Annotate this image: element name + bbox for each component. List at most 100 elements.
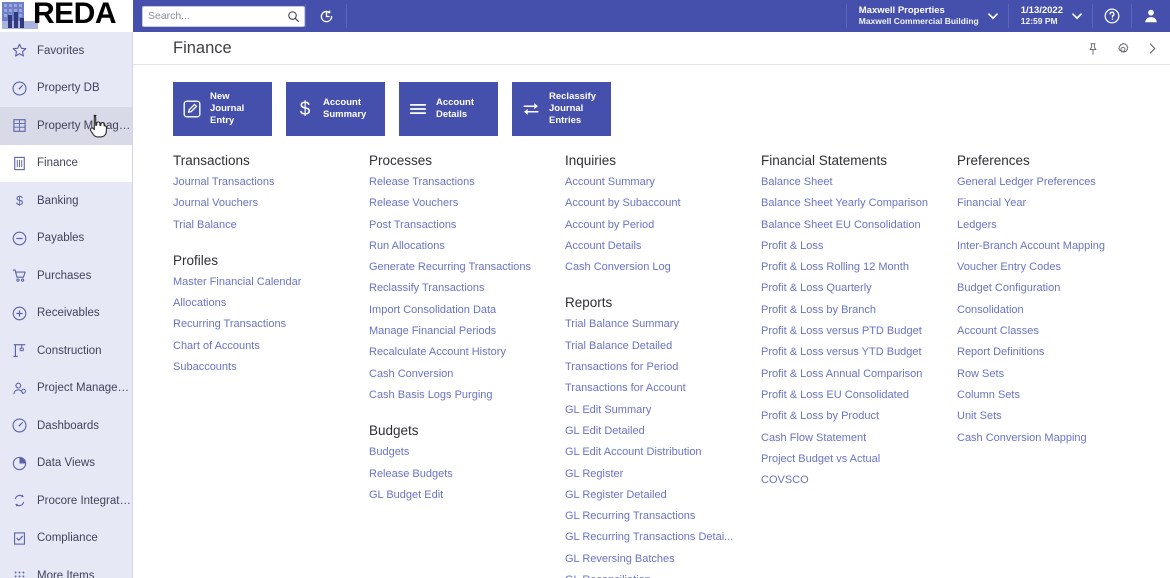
nav-link[interactable]: GL Edit Account Distribution — [565, 442, 755, 463]
sidebar-item-property-managem[interactable]: Property Managem... — [0, 107, 132, 145]
search-icon[interactable] — [287, 10, 300, 23]
nav-link[interactable]: Cash Conversion — [369, 364, 559, 385]
search-box[interactable] — [142, 5, 305, 27]
nav-link[interactable]: Reclassify Transactions — [369, 278, 559, 299]
sidebar-item-payables[interactable]: Payables — [0, 220, 132, 258]
nav-link[interactable]: Financial Year — [957, 193, 1147, 214]
nav-link[interactable]: Cash Basis Logs Purging — [369, 385, 559, 406]
nav-link[interactable]: Profit & Loss by Branch — [761, 300, 951, 321]
nav-link[interactable]: Budget Configuration — [957, 278, 1147, 299]
nav-link[interactable]: General Ledger Preferences — [957, 172, 1147, 193]
nav-link[interactable]: Transactions for Account — [565, 378, 755, 399]
datetime-selector[interactable]: 1/13/2022 12:59 PM — [1009, 0, 1092, 32]
nav-link[interactable]: Row Sets — [957, 364, 1147, 385]
nav-link[interactable]: Account Details — [565, 236, 755, 257]
nav-link[interactable]: Journal Transactions — [173, 172, 363, 193]
nav-link[interactable]: Release Vouchers — [369, 193, 559, 214]
nav-link[interactable]: Profit & Loss by Product — [761, 406, 951, 427]
nav-link[interactable]: Import Consolidation Data — [369, 300, 559, 321]
nav-link[interactable]: Voucher Entry Codes — [957, 257, 1147, 278]
nav-link[interactable]: Master Financial Calendar — [173, 272, 363, 293]
sidebar-item-banking[interactable]: $ Banking — [0, 182, 132, 220]
nav-link[interactable]: COVSCO — [761, 470, 951, 491]
nav-link[interactable]: Manage Financial Periods — [369, 321, 559, 342]
nav-link[interactable]: GL Register Detailed — [565, 485, 755, 506]
sidebar-item-finance[interactable]: Finance — [0, 144, 132, 182]
sidebar-item-construction[interactable]: Construction — [0, 332, 132, 370]
nav-link[interactable]: Balance Sheet Yearly Comparison — [761, 193, 951, 214]
nav-link[interactable]: Cash Conversion Log — [565, 257, 755, 278]
nav-link[interactable]: Profit & Loss — [761, 236, 951, 257]
sidebar-item-project-management[interactable]: Project Management — [0, 370, 132, 408]
history-button[interactable] — [306, 0, 346, 32]
sidebar-item-compliance[interactable]: Compliance — [0, 520, 132, 558]
nav-link[interactable]: Recalculate Account History — [369, 342, 559, 363]
nav-link[interactable]: Profit & Loss EU Consolidated — [761, 385, 951, 406]
tile-account-details[interactable]: Account Details — [399, 82, 498, 136]
nav-link[interactable]: Profit & Loss Quarterly — [761, 278, 951, 299]
nav-link[interactable]: Trial Balance Summary — [565, 314, 755, 335]
nav-link[interactable]: Cash Conversion Mapping — [957, 428, 1147, 449]
nav-link[interactable]: Balance Sheet — [761, 172, 951, 193]
settings-button[interactable] — [1109, 35, 1136, 62]
pin-button[interactable] — [1079, 35, 1106, 62]
nav-link[interactable]: Profit & Loss Annual Comparison — [761, 364, 951, 385]
nav-link[interactable]: Budgets — [369, 442, 559, 463]
brand-logo[interactable]: REDA — [0, 0, 133, 32]
nav-link[interactable]: Account Classes — [957, 321, 1147, 342]
nav-link[interactable]: Unit Sets — [957, 406, 1147, 427]
sidebar-item-more-items[interactable]: More Items — [0, 557, 132, 578]
star-icon — [12, 43, 27, 57]
nav-link[interactable]: Cash Flow Statement — [761, 428, 951, 449]
sidebar-item-dashboards[interactable]: Dashboards — [0, 407, 132, 445]
nav-link[interactable]: GL Register — [565, 464, 755, 485]
nav-link[interactable]: Profit & Loss versus PTD Budget — [761, 321, 951, 342]
nav-link[interactable]: Ledgers — [957, 215, 1147, 236]
nav-link[interactable]: Account by Period — [565, 215, 755, 236]
sidebar-item-purchases[interactable]: Purchases — [0, 257, 132, 295]
nav-link[interactable]: Consolidation — [957, 300, 1147, 321]
company-context-selector[interactable]: Maxwell Properties Maxwell Commercial Bu… — [847, 0, 1008, 32]
nav-link[interactable]: Inter-Branch Account Mapping — [957, 236, 1147, 257]
nav-link[interactable]: GL Edit Summary — [565, 400, 755, 421]
nav-link[interactable]: Transactions for Period — [565, 357, 755, 378]
nav-link[interactable]: Profit & Loss Rolling 12 Month — [761, 257, 951, 278]
sidebar-item-favorites[interactable]: Favorites — [0, 32, 132, 70]
nav-link[interactable]: Journal Vouchers — [173, 193, 363, 214]
nav-link[interactable]: Account by Subaccount — [565, 193, 755, 214]
nav-link[interactable]: Release Budgets — [369, 464, 559, 485]
nav-link[interactable]: Project Budget vs Actual — [761, 449, 951, 470]
sidebar-item-property-db[interactable]: Property DB — [0, 70, 132, 108]
nav-link[interactable]: GL Edit Detailed — [565, 421, 755, 442]
user-menu-button[interactable] — [1132, 0, 1170, 32]
nav-link[interactable]: Column Sets — [957, 385, 1147, 406]
tile-account-summary[interactable]: $ Account Summary — [286, 82, 385, 136]
sidebar-item-data-views[interactable]: Data Views — [0, 445, 132, 483]
search-input[interactable] — [148, 10, 286, 22]
nav-link[interactable]: GL Recurring Transactions — [565, 506, 755, 527]
help-button[interactable] — [1093, 0, 1131, 32]
nav-link[interactable]: Release Transactions — [369, 172, 559, 193]
nav-link[interactable]: Account Summary — [565, 172, 755, 193]
nav-link[interactable]: Trial Balance Detailed — [565, 336, 755, 357]
tile-new-journal-entry[interactable]: New Journal Entry — [173, 82, 272, 136]
nav-link[interactable]: Chart of Accounts — [173, 336, 363, 357]
sidebar-item-procore-integration[interactable]: Procore Integration — [0, 482, 132, 520]
expand-panel-button[interactable] — [1139, 35, 1166, 62]
nav-link[interactable]: Generate Recurring Transactions — [369, 257, 559, 278]
nav-link[interactable]: Balance Sheet EU Consolidation — [761, 215, 951, 236]
nav-link[interactable]: GL Reconciliation — [565, 570, 755, 578]
sidebar-item-receivables[interactable]: Receivables — [0, 295, 132, 333]
nav-link[interactable]: GL Reversing Batches — [565, 549, 755, 570]
nav-link[interactable]: GL Budget Edit — [369, 485, 559, 506]
nav-link[interactable]: Run Allocations — [369, 236, 559, 257]
nav-link[interactable]: GL Recurring Transactions Detai... — [565, 527, 755, 548]
nav-link[interactable]: Report Definitions — [957, 342, 1147, 363]
tile-reclassify-journal-entries[interactable]: Reclassify Journal Entries — [512, 82, 611, 136]
nav-link[interactable]: Subaccounts — [173, 357, 363, 378]
nav-link[interactable]: Post Transactions — [369, 215, 559, 236]
nav-link[interactable]: Trial Balance — [173, 215, 363, 236]
nav-link[interactable]: Recurring Transactions — [173, 314, 363, 335]
nav-link[interactable]: Profit & Loss versus YTD Budget — [761, 342, 951, 363]
nav-link[interactable]: Allocations — [173, 293, 363, 314]
